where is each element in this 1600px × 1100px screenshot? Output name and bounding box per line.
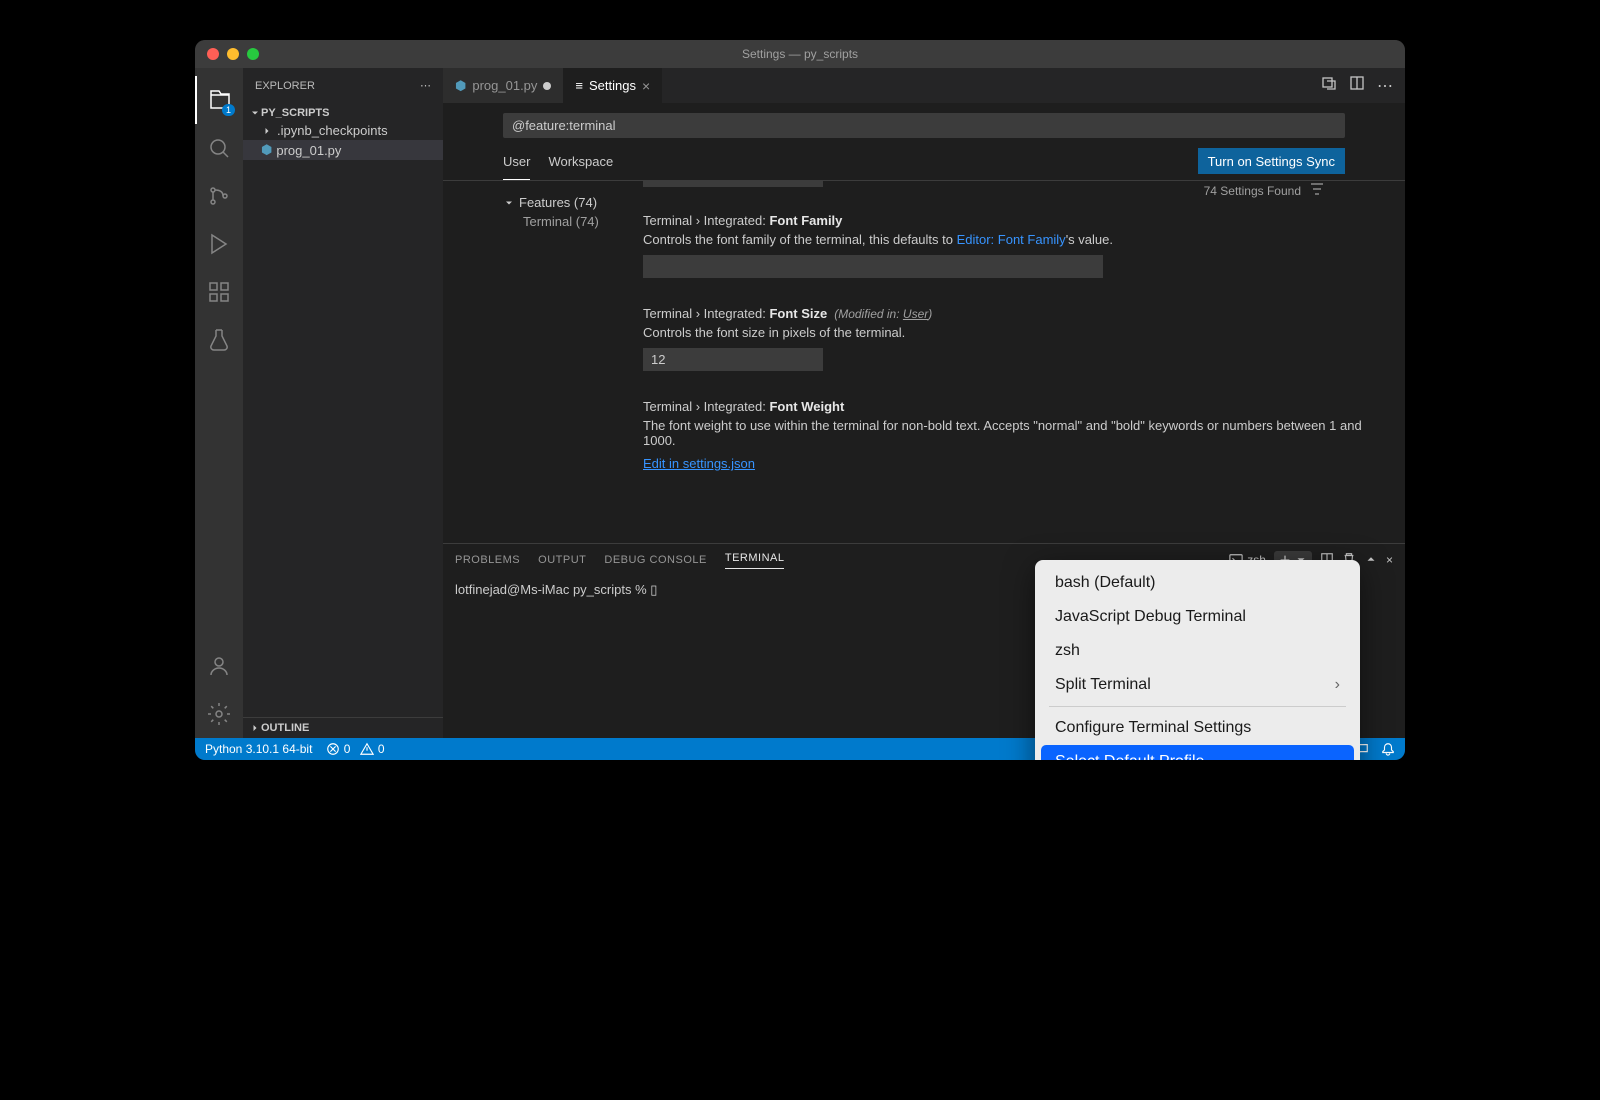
tab-prog01[interactable]: ⬢ prog_01.py xyxy=(443,68,563,103)
outline-section[interactable]: OUTLINE xyxy=(243,717,443,738)
panel-tab-terminal[interactable]: TERMINAL xyxy=(725,552,785,569)
terminal-context-menu: bash (Default) JavaScript Debug Terminal… xyxy=(1035,560,1360,760)
open-settings-json-icon[interactable] xyxy=(1321,75,1337,96)
search-icon[interactable] xyxy=(195,124,243,172)
chevron-right-icon: › xyxy=(1335,676,1340,694)
accounts-icon[interactable] xyxy=(195,642,243,690)
tab-label: Settings xyxy=(589,78,636,93)
scope-user[interactable]: User xyxy=(503,148,530,180)
modified-dot-icon xyxy=(543,82,551,90)
vscode-window: Settings — py_scripts 1 EXPLORER ⋯ xyxy=(195,40,1405,760)
menu-item-split-terminal[interactable]: Split Terminal› xyxy=(1041,668,1354,702)
settings-list: Terminal › Integrated: Font Family Contr… xyxy=(643,181,1405,543)
window-title: Settings — py_scripts xyxy=(742,47,858,61)
run-debug-icon[interactable] xyxy=(195,220,243,268)
panel-tab-problems[interactable]: PROBLEMS xyxy=(455,554,520,566)
tab-settings[interactable]: ≡ Settings × xyxy=(563,68,662,103)
tab-label: prog_01.py xyxy=(472,78,537,93)
close-panel-icon[interactable]: × xyxy=(1386,553,1393,567)
sidebar-header: EXPLORER ⋯ xyxy=(243,68,443,103)
split-editor-icon[interactable] xyxy=(1349,75,1365,96)
settings-editor: 74 Settings Found User Workspace Turn on… xyxy=(443,103,1405,543)
tab-actions: ⋯ xyxy=(1321,68,1405,103)
setting-font-weight: Terminal › Integrated: Font Weight The f… xyxy=(643,399,1365,471)
font-family-input[interactable] xyxy=(643,255,1103,278)
scope-workspace[interactable]: Workspace xyxy=(548,148,613,180)
close-tab-icon[interactable]: × xyxy=(642,78,650,94)
window-close-button[interactable] xyxy=(207,48,219,60)
source-control-icon[interactable] xyxy=(195,172,243,220)
menu-separator xyxy=(1049,706,1346,707)
settings-count: 74 Settings Found xyxy=(1204,181,1325,200)
file-item-prog01[interactable]: ⬢ prog_01.py xyxy=(243,140,443,160)
filter-icon[interactable] xyxy=(1309,181,1325,200)
sidebar: EXPLORER ⋯ PY_SCRIPTS .ipynb_checkpoints… xyxy=(243,68,443,738)
project-folder[interactable]: PY_SCRIPTS xyxy=(243,105,443,121)
bell-icon[interactable] xyxy=(1381,742,1395,757)
settings-search-input[interactable] xyxy=(503,113,1345,138)
python-interpreter[interactable]: Python 3.10.1 64-bit xyxy=(205,742,312,756)
settings-content: Features (74) Terminal (74) Terminal › I… xyxy=(443,181,1405,543)
panel-tab-output[interactable]: OUTPUT xyxy=(538,554,586,566)
menu-item-configure-settings[interactable]: Configure Terminal Settings xyxy=(1041,711,1354,745)
menu-item-js-debug[interactable]: JavaScript Debug Terminal xyxy=(1041,600,1354,634)
extensions-icon[interactable] xyxy=(195,268,243,316)
settings-gear-icon[interactable] xyxy=(195,690,243,738)
edit-settings-json-link[interactable]: Edit in settings.json xyxy=(643,456,1365,471)
activity-bar: 1 xyxy=(195,68,243,738)
settings-tab-icon: ≡ xyxy=(575,78,583,93)
titlebar: Settings — py_scripts xyxy=(195,40,1405,68)
window-controls xyxy=(207,48,259,60)
panel-tab-debug[interactable]: DEBUG CONSOLE xyxy=(604,554,706,566)
toc-terminal[interactable]: Terminal (74) xyxy=(503,212,643,231)
more-actions-icon[interactable]: ⋯ xyxy=(1377,76,1393,96)
menu-item-zsh[interactable]: zsh xyxy=(1041,634,1354,668)
settings-sync-button[interactable]: Turn on Settings Sync xyxy=(1198,148,1345,174)
testing-icon[interactable] xyxy=(195,316,243,364)
file-item-checkpoints[interactable]: .ipynb_checkpoints xyxy=(243,121,443,140)
file-label: prog_01.py xyxy=(276,143,341,158)
menu-item-select-default-profile[interactable]: Select Default Profile xyxy=(1041,745,1354,760)
file-label: .ipynb_checkpoints xyxy=(277,123,388,138)
scope-tabs: User Workspace Turn on Settings Sync xyxy=(443,148,1405,181)
font-size-input[interactable] xyxy=(643,348,823,371)
settings-toc: Features (74) Terminal (74) xyxy=(443,181,643,543)
editor-tabs: ⬢ prog_01.py ≡ Settings × ⋯ xyxy=(443,68,1405,103)
setting-font-size: Terminal › Integrated: Font Size (Modifi… xyxy=(643,306,1365,371)
toc-features[interactable]: Features (74) xyxy=(503,193,643,212)
outline-label: OUTLINE xyxy=(261,722,309,734)
sidebar-more-icon[interactable]: ⋯ xyxy=(420,79,431,92)
explorer-icon[interactable]: 1 xyxy=(195,76,243,124)
project-name: PY_SCRIPTS xyxy=(261,107,329,119)
menu-item-bash[interactable]: bash (Default) xyxy=(1041,566,1354,600)
editor-font-family-link[interactable]: Editor: Font Family xyxy=(957,232,1066,247)
explorer-badge: 1 xyxy=(222,104,235,116)
problems-status[interactable]: 0 0 xyxy=(326,742,384,757)
window-minimize-button[interactable] xyxy=(227,48,239,60)
window-maximize-button[interactable] xyxy=(247,48,259,60)
chevron-up-icon[interactable] xyxy=(1364,552,1378,569)
setting-font-family: Terminal › Integrated: Font Family Contr… xyxy=(643,213,1365,278)
sidebar-title: EXPLORER xyxy=(255,80,315,92)
